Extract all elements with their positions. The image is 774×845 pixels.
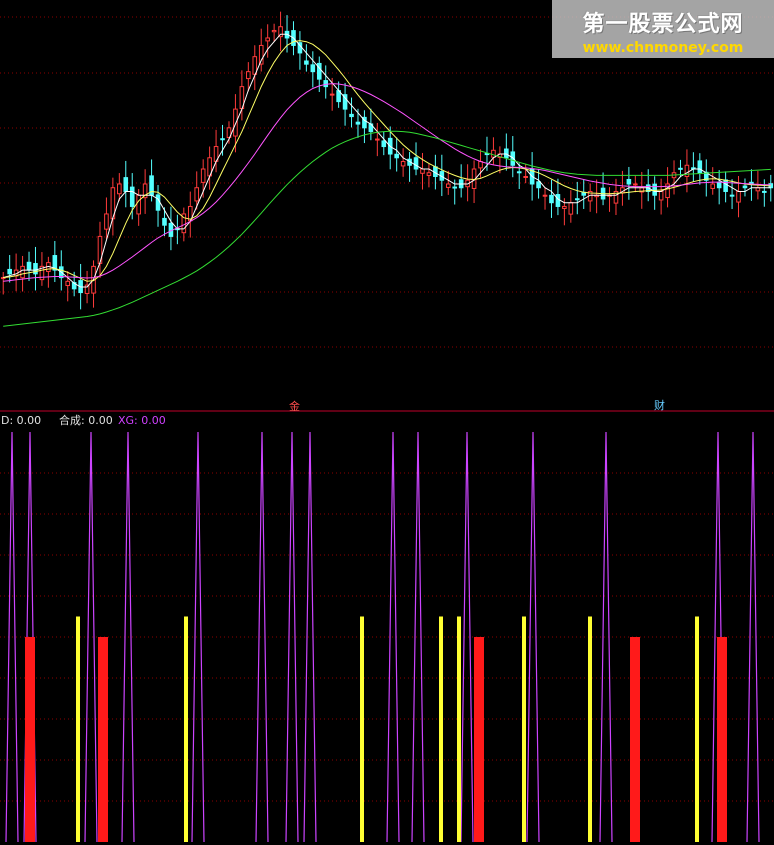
marker-jin: 金 bbox=[289, 400, 300, 413]
candle-body bbox=[400, 161, 406, 167]
candle-body bbox=[568, 202, 574, 215]
price-ma-lines bbox=[3, 33, 771, 327]
candle-body bbox=[310, 64, 316, 73]
ma-line-ma_mid bbox=[3, 40, 771, 282]
candle-body bbox=[381, 140, 387, 148]
candle-body bbox=[200, 168, 206, 183]
candle-body bbox=[246, 71, 251, 80]
candle-body bbox=[516, 171, 522, 174]
indicator-spike bbox=[84, 431, 98, 843]
indicator-spike bbox=[303, 431, 317, 843]
candle-body bbox=[349, 113, 354, 118]
signal-bar-red bbox=[630, 637, 640, 842]
candle-body bbox=[155, 194, 161, 211]
candle-body bbox=[117, 183, 122, 195]
signal-bar-red bbox=[98, 637, 108, 842]
candle-body bbox=[762, 190, 767, 193]
signal-bar-yellow bbox=[439, 616, 443, 842]
candle-body bbox=[523, 176, 528, 178]
ma-line-ma_very_long bbox=[3, 130, 771, 327]
chart-canvas bbox=[0, 11, 774, 843]
signal-bar-yellow bbox=[457, 616, 461, 842]
indicator-spike bbox=[255, 431, 269, 843]
indicator-bars bbox=[25, 616, 727, 842]
watermark-url: www.chnmoney.com bbox=[582, 40, 744, 56]
candle-body bbox=[716, 181, 722, 189]
candle-body bbox=[723, 179, 728, 192]
watermark-logo: 第一股票公式网 www.chnmoney.com bbox=[552, 0, 774, 58]
candle-body bbox=[710, 183, 716, 189]
candle-body bbox=[652, 183, 657, 196]
candle-body bbox=[536, 181, 541, 189]
candle-body bbox=[555, 194, 561, 207]
signal-bar-yellow bbox=[522, 616, 526, 842]
candle-body bbox=[729, 194, 735, 197]
candle-body bbox=[678, 167, 683, 170]
hecheng-value-label: 合成: 0.00 bbox=[59, 414, 113, 427]
candle-body bbox=[162, 217, 167, 226]
candle-body bbox=[123, 177, 129, 192]
candle-body bbox=[26, 261, 32, 271]
watermark-title: 第一股票公式网 bbox=[582, 12, 744, 37]
candle-body bbox=[420, 168, 425, 174]
indicator-spike bbox=[599, 431, 613, 843]
candle-body bbox=[220, 138, 225, 141]
candle-body bbox=[491, 149, 496, 158]
candle-body bbox=[129, 186, 135, 207]
candle-body bbox=[7, 268, 12, 275]
d-value-label: D: 0.00 bbox=[1, 414, 42, 427]
indicator-spike bbox=[191, 431, 205, 843]
candle-body bbox=[136, 194, 141, 215]
candle-body bbox=[504, 148, 509, 159]
candle-body bbox=[626, 179, 632, 185]
signal-bar-yellow bbox=[76, 616, 80, 842]
candle-body bbox=[445, 183, 451, 188]
candle-body bbox=[426, 172, 432, 176]
candle-body bbox=[233, 108, 238, 137]
candle-body bbox=[304, 60, 309, 65]
candle-body bbox=[452, 186, 458, 189]
candle-body bbox=[65, 280, 71, 287]
candle-body bbox=[355, 121, 361, 125]
candle-body bbox=[265, 37, 270, 42]
signal-bar-yellow bbox=[588, 616, 592, 842]
candle-body bbox=[574, 198, 580, 201]
candle-body bbox=[478, 161, 483, 169]
signal-bar-yellow bbox=[184, 616, 188, 842]
candle-body bbox=[413, 157, 419, 170]
candle-body bbox=[271, 29, 277, 33]
signal-bar-red bbox=[474, 637, 484, 842]
candle-body bbox=[542, 194, 548, 197]
signal-bar-red bbox=[25, 637, 35, 842]
indicator-spikes bbox=[5, 431, 760, 843]
ma-line-ma_short bbox=[3, 33, 771, 288]
price-grid bbox=[0, 16, 774, 348]
candle-body bbox=[323, 80, 329, 88]
signal-bar-red bbox=[717, 637, 727, 842]
candle-body bbox=[375, 138, 380, 141]
candle-body bbox=[736, 190, 741, 203]
candle-body bbox=[697, 160, 703, 174]
candle-body bbox=[562, 205, 567, 209]
candle-body bbox=[104, 213, 109, 230]
xg-value-label: XG: 0.00 bbox=[118, 414, 166, 427]
signal-bar-yellow bbox=[360, 616, 364, 842]
signal-bar-yellow bbox=[695, 616, 699, 842]
indicator-grid bbox=[0, 472, 774, 802]
marker-cai: 财 bbox=[654, 399, 665, 412]
candle-body bbox=[194, 187, 200, 202]
candle-body bbox=[633, 183, 638, 186]
indicator-spike bbox=[411, 431, 425, 843]
candle-body bbox=[549, 194, 554, 204]
indicator-spike bbox=[460, 431, 474, 843]
candle-body bbox=[742, 185, 748, 189]
candle-body bbox=[20, 265, 25, 279]
candle-body bbox=[658, 190, 664, 201]
ma-line-ma_long bbox=[3, 83, 771, 282]
candle-body bbox=[394, 153, 399, 159]
candle-body bbox=[329, 93, 335, 96]
